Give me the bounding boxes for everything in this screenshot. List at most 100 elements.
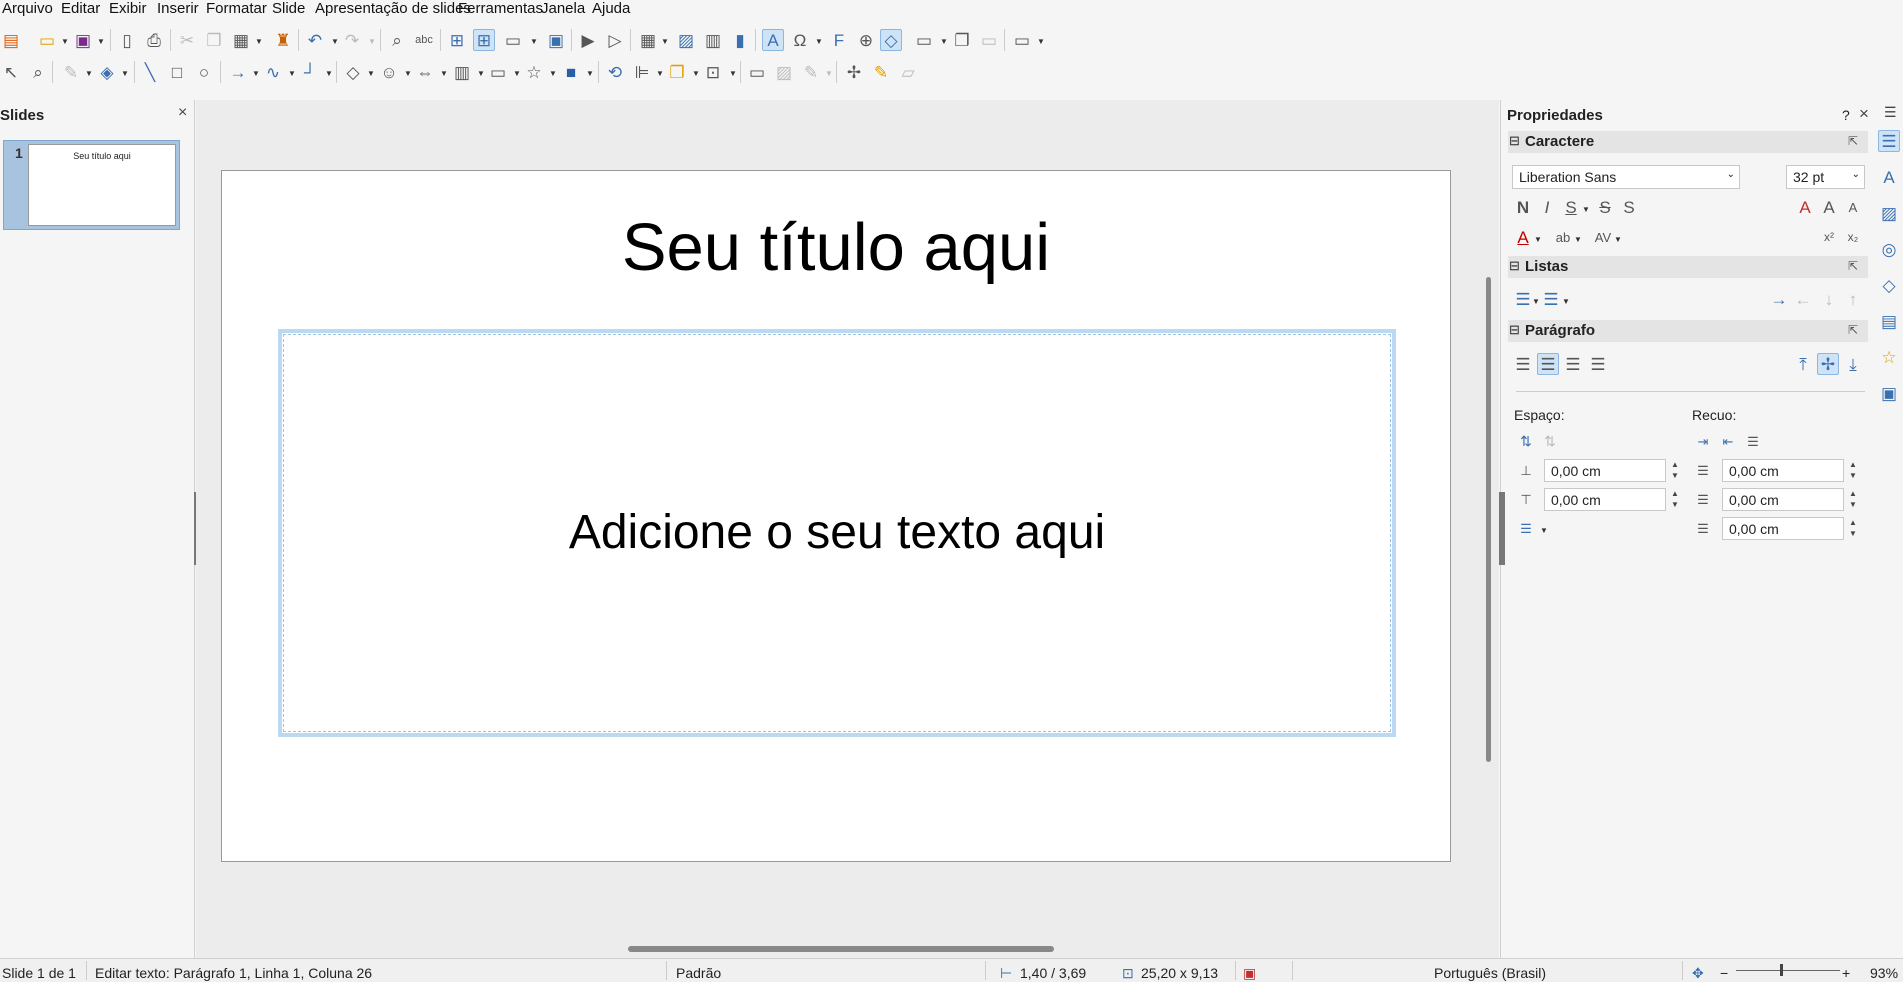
glue-points-icon[interactable]: ✎ (870, 61, 892, 83)
close-sidebar-icon[interactable]: × (1859, 104, 1869, 124)
rotate-icon[interactable]: ⟲ (604, 61, 626, 83)
menu-exibir[interactable]: Exibir (109, 0, 147, 17)
rectangle-icon[interactable]: □ (166, 61, 188, 83)
master-slides-deck-icon[interactable]: ▣ (1878, 382, 1900, 404)
spacing-dropdown-icon[interactable]: ▼ (1614, 235, 1622, 244)
show-draw-functions-icon[interactable]: ◇ (880, 29, 902, 51)
spelling-icon[interactable]: abc (413, 29, 435, 51)
save-dropdown-icon[interactable]: ▼ (97, 37, 105, 46)
ordered-list-dropdown-icon[interactable]: ▼ (1562, 297, 1570, 306)
block-arrows-icon[interactable]: ⇔ (414, 61, 436, 83)
underline-dropdown-icon[interactable]: ▼ (1582, 205, 1590, 214)
styles-deck-icon[interactable]: A (1878, 166, 1900, 188)
redo-dropdown-icon[interactable]: ▼ (368, 37, 376, 46)
align-dropdown-icon[interactable]: ▼ (656, 69, 664, 78)
align-right-icon[interactable]: ☰ (1562, 353, 1584, 375)
text-box-icon[interactable]: A (762, 29, 784, 51)
first-line-indent-spinner[interactable]: ▲ ▼ (1844, 517, 1862, 539)
line-spacing-icon[interactable]: ☰ (1515, 517, 1537, 539)
increase-spacing-icon[interactable]: ⇅ (1515, 430, 1537, 452)
table-dropdown-icon[interactable]: ▼ (661, 37, 669, 46)
zoom-slider-handle[interactable] (1780, 964, 1783, 976)
increase-indent-icon[interactable]: ⇥ (1692, 430, 1714, 452)
shadow-icon[interactable]: ▭ (746, 61, 768, 83)
font-size-field[interactable]: 32 pt ⌄ (1786, 165, 1865, 189)
help-icon[interactable]: ? (1842, 107, 1850, 123)
shapes-deck-icon[interactable]: ◇ (1878, 274, 1900, 296)
master-slide-icon[interactable]: ▣ (545, 29, 567, 51)
redo-icon[interactable]: ↷ (341, 29, 363, 51)
justify-icon[interactable]: ☰ (1587, 353, 1609, 375)
chevron-down-icon[interactable]: ⌄ (1852, 169, 1860, 180)
superscript-icon[interactable]: x² (1818, 226, 1840, 248)
character-spacing-icon[interactable]: AV (1592, 226, 1614, 248)
menu-slide[interactable]: Slide (272, 0, 305, 17)
status-layout[interactable]: Padrão (676, 965, 721, 981)
curves-icon[interactable]: ∿ (262, 61, 284, 83)
hanging-indent-icon[interactable]: ☰ (1742, 430, 1764, 452)
ellipse-icon[interactable]: ○ (193, 61, 215, 83)
callout-dropdown-icon[interactable]: ▼ (513, 69, 521, 78)
more-options-icon[interactable]: ⇱ (1848, 134, 1858, 148)
toggle-extrusion-icon[interactable]: ▱ (897, 61, 919, 83)
after-text-indent-field[interactable]: 0,00 cm (1722, 488, 1844, 511)
subscript-icon[interactable]: x₂ (1842, 226, 1864, 248)
align-bottom-icon[interactable]: ⤓ (1842, 353, 1864, 375)
properties-deck-icon[interactable]: ☰ (1878, 130, 1900, 152)
lines-arrows-icon[interactable]: → (227, 61, 249, 83)
zoom-slider[interactable] (1736, 970, 1840, 971)
underline-icon[interactable]: S (1560, 196, 1582, 218)
unordered-list-icon[interactable]: ☰ (1512, 288, 1534, 310)
italic-icon[interactable]: I (1536, 196, 1558, 218)
open-folder-icon[interactable]: ▭ (36, 29, 58, 51)
menu-ajuda[interactable]: Ajuda (592, 0, 630, 17)
display-grid-icon[interactable]: ⊞ (446, 29, 468, 51)
increase-font-icon[interactable]: A (1818, 196, 1840, 218)
stars-dropdown-icon[interactable]: ▼ (549, 69, 557, 78)
move-down-icon[interactable]: ↓ (1818, 288, 1840, 310)
paste-icon[interactable]: ▦ (230, 29, 252, 51)
save-icon[interactable]: ▣ (72, 29, 94, 51)
menu-editar[interactable]: Editar (61, 0, 100, 17)
menu-formatar[interactable]: Formatar (206, 0, 267, 17)
bold-icon[interactable]: N (1512, 196, 1534, 218)
fill-color-icon[interactable]: ◈ (96, 61, 118, 83)
more-options-icon[interactable]: ⇱ (1848, 323, 1858, 337)
points-icon[interactable]: ✢ (843, 61, 865, 83)
zoom-pan-icon[interactable]: ⌕ (27, 61, 49, 83)
cut-icon[interactable]: ✂ (176, 29, 198, 51)
basic-shapes-icon[interactable]: ◇ (342, 61, 364, 83)
lines-arrows-dropdown-icon[interactable]: ▼ (252, 69, 260, 78)
promote-icon[interactable]: ← (1792, 288, 1814, 310)
below-paragraph-spinner[interactable]: ▲ ▼ (1666, 488, 1684, 510)
fit-slide-icon[interactable]: ✥ (1692, 965, 1704, 982)
font-color-icon[interactable]: A (1512, 226, 1534, 248)
image-icon[interactable]: ▨ (675, 29, 697, 51)
text-box-selection[interactable]: Adicione o seu texto aqui (278, 329, 1396, 737)
align-left-icon[interactable]: ☰ (1512, 353, 1534, 375)
listas-header[interactable]: ⊟ Listas ⇱ (1508, 256, 1868, 278)
filter-icon[interactable]: ✎ (800, 61, 822, 83)
connectors-icon[interactable]: ┘ (299, 61, 321, 83)
highlight-dropdown-icon[interactable]: ▼ (1574, 235, 1582, 244)
basic-shapes-dropdown-icon[interactable]: ▼ (367, 69, 375, 78)
media-icon[interactable]: ▥ (702, 29, 724, 51)
sidebar-collapse-handle[interactable] (1499, 492, 1505, 565)
print-icon[interactable]: ⎙ (143, 29, 165, 51)
align-center-icon[interactable]: ☰ (1537, 353, 1559, 375)
decrease-indent-icon[interactable]: ⇤ (1717, 430, 1739, 452)
align-objects-icon[interactable]: ⊫ (631, 61, 653, 83)
find-replace-icon[interactable]: ⌕ (386, 29, 408, 51)
slide-layout-icon[interactable]: ▭ (1011, 29, 1033, 51)
stars-icon[interactable]: ☆ (523, 61, 545, 83)
symbol-shapes-dropdown-icon[interactable]: ▼ (404, 69, 412, 78)
3d-objects-icon[interactable]: ■ (560, 61, 582, 83)
filter-dropdown-icon[interactable]: ▼ (825, 69, 833, 78)
line-color-dropdown-icon[interactable]: ▼ (85, 69, 93, 78)
slide-body-text[interactable]: Adicione o seu texto aqui (282, 505, 1392, 560)
sidebar-menu-icon[interactable]: ☰ (1884, 104, 1897, 121)
distribute-icon[interactable]: ⊡ (702, 61, 724, 83)
slide-thumbnail[interactable]: 1 Seu título aqui (3, 140, 180, 230)
slide-transition-deck-icon[interactable]: ▤ (1878, 310, 1900, 332)
gallery-deck-icon[interactable]: ▨ (1878, 202, 1900, 224)
